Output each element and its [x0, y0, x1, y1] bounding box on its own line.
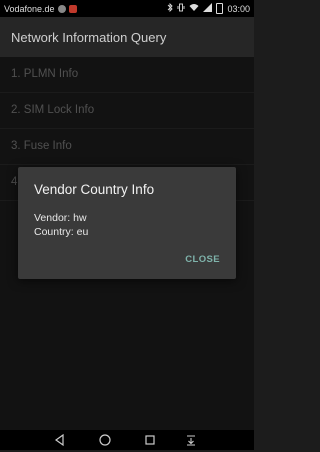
country-line: Country: eu: [34, 226, 89, 238]
app-toolbar: Network Information Query: [0, 17, 254, 57]
wifi-icon: [189, 3, 199, 14]
bluetooth-icon: [167, 2, 174, 14]
app-notification-icon: [68, 5, 77, 13]
clock: 03:00: [227, 3, 250, 14]
dialog-body: Vendor: hw Country: eu: [34, 211, 88, 239]
battery-icon: [216, 3, 224, 14]
vibrate-icon: [177, 3, 185, 14]
notification-shade-icon[interactable]: [184, 433, 198, 447]
navigation-bar: [0, 430, 254, 450]
dialog-title: Vendor Country Info: [34, 182, 155, 197]
recent-apps-icon[interactable]: [143, 433, 157, 447]
vendor-line: Vendor: hw: [34, 212, 87, 224]
signal-icon: [203, 3, 213, 14]
page-title: Network Information Query: [11, 30, 167, 45]
notification-dot-icon: [57, 5, 66, 13]
status-bar-left: Vodafone.de: [4, 4, 77, 14]
status-bar: Vodafone.de 03:00: [0, 0, 254, 17]
carrier-label: Vodafone.de: [4, 4, 55, 14]
back-icon[interactable]: [53, 433, 67, 447]
close-button[interactable]: CLOSE: [185, 254, 220, 265]
vendor-country-dialog: Vendor Country Info Vendor: hw Country: …: [18, 167, 236, 279]
status-bar-right: 03:00: [167, 2, 250, 14]
home-icon[interactable]: [98, 433, 112, 447]
